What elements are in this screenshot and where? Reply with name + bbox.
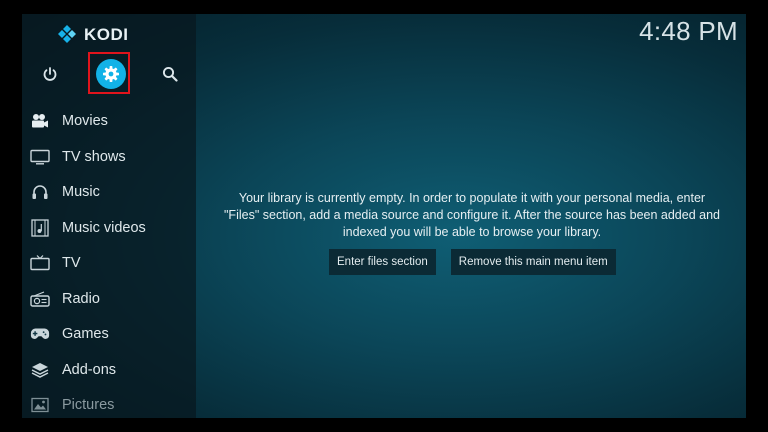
- games-icon: [30, 324, 50, 344]
- music-videos-icon: [30, 218, 50, 238]
- message-line: "Files" section, add a media source and …: [224, 208, 720, 222]
- pictures-icon: [30, 395, 50, 415]
- empty-library-message: Your library is currently empty. In orde…: [218, 190, 726, 241]
- sidebar: KODI Movies TV shows Music Music videos …: [22, 14, 196, 418]
- remove-menu-item-button[interactable]: Remove this main menu item: [450, 249, 616, 275]
- kodi-logo-icon: [58, 25, 76, 43]
- top-icon-bar: [22, 52, 196, 94]
- menu-item-label: TV: [62, 255, 81, 271]
- message-line: Your library is currently empty. In orde…: [238, 191, 706, 205]
- menu-item-add-ons[interactable]: Add-ons: [22, 353, 196, 387]
- search-button[interactable]: [154, 58, 186, 90]
- kodi-logo-text: KODI: [84, 25, 129, 44]
- menu-item-label: Games: [62, 326, 109, 342]
- menu-item-label: Add-ons: [62, 361, 117, 378]
- add-ons-icon: [30, 360, 50, 380]
- menu-item-label: Music videos: [62, 219, 146, 236]
- power-icon: [43, 67, 57, 81]
- menu-item-pictures[interactable]: Pictures: [22, 388, 196, 418]
- clock: 4:48 PM: [639, 16, 738, 46]
- menu-item-radio[interactable]: Radio: [22, 282, 196, 316]
- menu-item-music-videos[interactable]: Music videos: [22, 211, 196, 245]
- kodi-screen: KODI Movies TV shows Music Music videos …: [0, 0, 768, 432]
- menu-item-tv[interactable]: TV: [22, 246, 196, 280]
- kodi-home-view: KODI Movies TV shows Music Music videos …: [22, 14, 746, 418]
- power-button[interactable]: [34, 58, 66, 90]
- tv-shows-icon: [30, 147, 50, 167]
- menu-item-label: Music: [62, 184, 100, 200]
- menu-item-label: Radio: [62, 290, 100, 307]
- radio-icon: [30, 289, 50, 309]
- search-icon: [162, 66, 178, 82]
- tv-icon: [30, 253, 50, 273]
- menu-item-tv-shows[interactable]: TV shows: [22, 140, 196, 174]
- library-actions: Enter files section Remove this main men…: [329, 249, 616, 275]
- menu-item-label: Pictures: [62, 397, 115, 413]
- menu-item-movies[interactable]: Movies: [22, 104, 196, 138]
- settings-highlight-box: [88, 52, 130, 94]
- menu-item-games[interactable]: Games: [22, 317, 196, 351]
- enter-files-section-button[interactable]: Enter files section: [329, 249, 436, 275]
- music-icon: [30, 182, 50, 202]
- menu-item-label: TV shows: [62, 148, 126, 165]
- movies-icon: [30, 111, 50, 131]
- menu-item-music[interactable]: Music: [22, 175, 196, 209]
- kodi-logo: KODI: [56, 23, 129, 47]
- message-line: indexed you will be able to browse your …: [342, 225, 602, 239]
- menu-item-label: Movies: [62, 113, 108, 129]
